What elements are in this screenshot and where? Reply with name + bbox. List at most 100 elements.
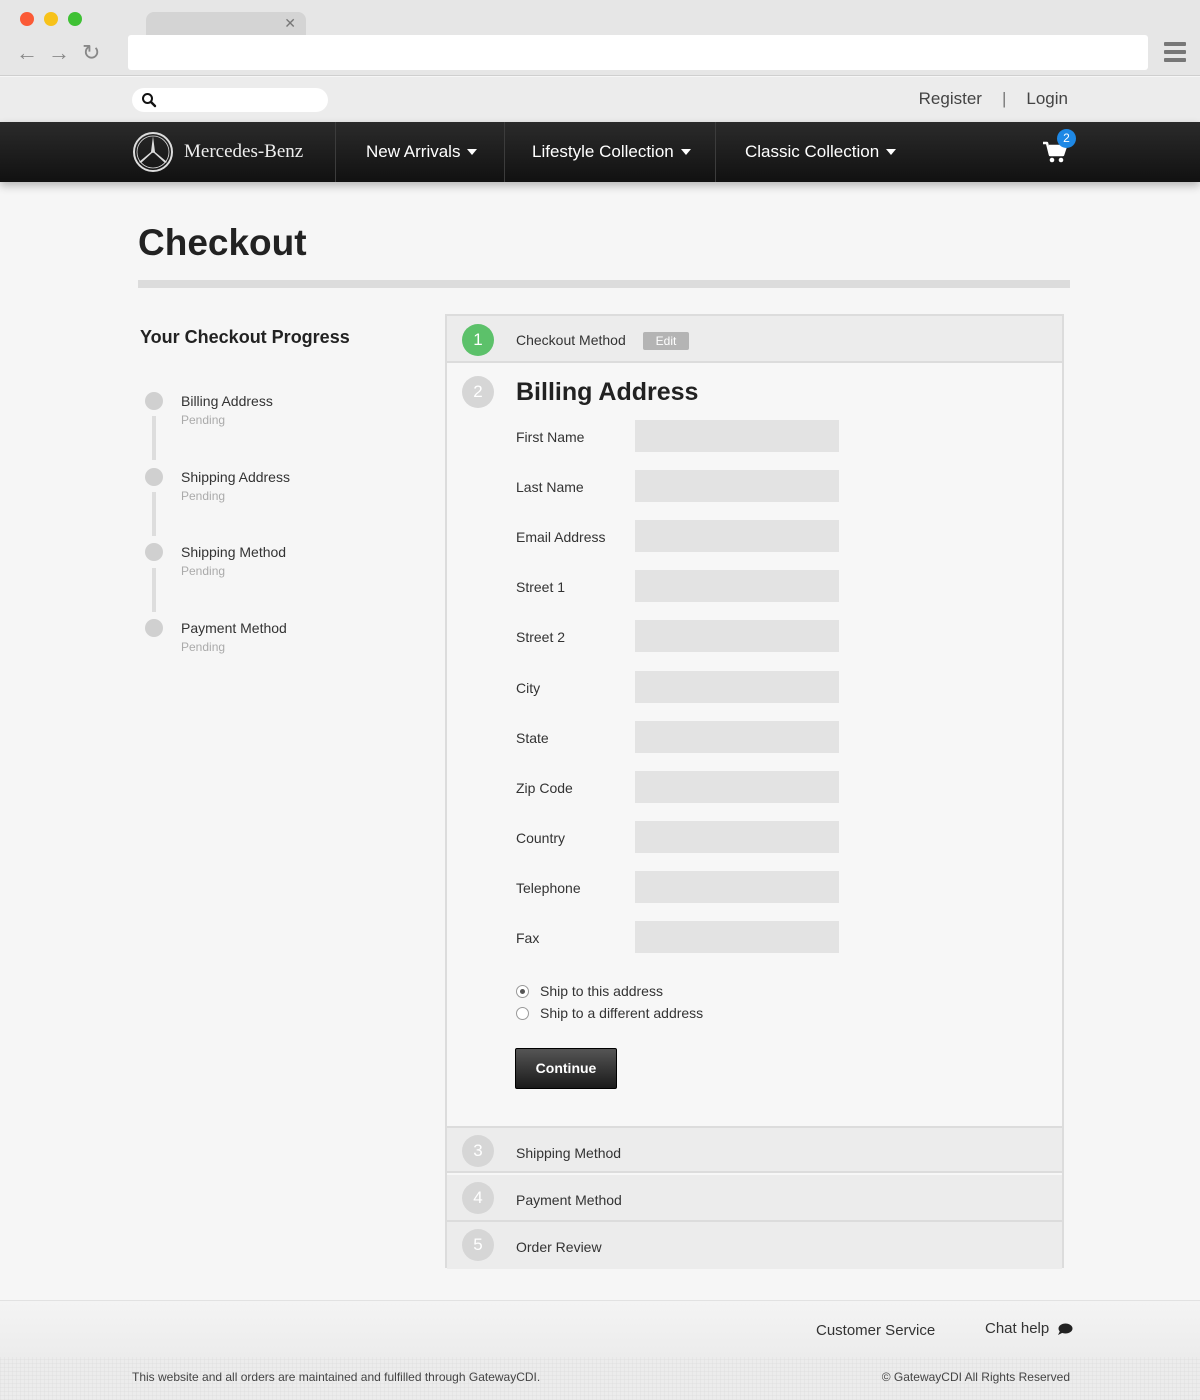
option-label: Ship to this address [540, 983, 663, 999]
step-number: 2 [462, 376, 494, 408]
step-label: Shipping Method [181, 544, 287, 560]
sub-footer: This website and all orders are maintain… [0, 1357, 1200, 1400]
chat-bubble-icon [1058, 1323, 1073, 1335]
telephone-field[interactable] [635, 871, 839, 903]
brand-name: Mercedes-Benz [184, 141, 304, 162]
first-name-field[interactable] [635, 420, 839, 452]
chevron-down-icon [467, 149, 478, 155]
mercedes-star-icon [133, 132, 173, 172]
browser-chrome: ✕ ← → ↻ [0, 0, 1200, 76]
step-connector [152, 492, 156, 536]
continue-button[interactable]: Continue [515, 1048, 617, 1089]
step-title: Payment Method [516, 1192, 622, 1208]
step-checkout-method-header[interactable]: 1 Checkout Method Edit [447, 316, 1062, 363]
chat-help-link[interactable]: Chat help [985, 1320, 1073, 1337]
back-arrow-icon[interactable]: ← [16, 42, 38, 64]
field-label: Zip Code [516, 780, 573, 796]
step-connector [152, 416, 156, 460]
ship-to-this-address-option[interactable]: Ship to this address [516, 983, 663, 999]
search-icon [142, 93, 157, 108]
register-link[interactable]: Register [919, 89, 982, 108]
nav-new-arrivals[interactable]: New Arrivals [366, 142, 478, 162]
nav-label: New Arrivals [366, 142, 461, 161]
step-number: 5 [462, 1229, 494, 1261]
fulfillment-disclaimer: This website and all orders are maintain… [132, 1370, 541, 1384]
nav-divider [335, 122, 336, 182]
field-label: Email Address [516, 529, 606, 545]
copyright-text: © GatewayCDI All Rights Reserved [881, 1370, 1070, 1384]
nav-lifestyle-collection[interactable]: Lifestyle Collection [532, 142, 691, 162]
utility-bar: Register | Login [0, 77, 1200, 122]
step-label: Billing Address [181, 393, 273, 409]
step-status: Pending [181, 640, 226, 654]
step-dot [145, 392, 163, 410]
checkout-accordion: 1 Checkout Method Edit 2 Billing Address… [445, 314, 1064, 1269]
chevron-down-icon [886, 149, 897, 155]
email-field[interactable] [635, 520, 839, 552]
chevron-down-icon [680, 149, 691, 155]
reload-icon[interactable]: ↻ [82, 42, 100, 64]
step-number: 1 [462, 324, 494, 356]
edit-button[interactable]: Edit [643, 332, 689, 350]
search-input[interactable] [132, 88, 328, 112]
city-field[interactable] [635, 671, 839, 703]
field-label: First Name [516, 429, 585, 445]
close-window-button[interactable] [20, 12, 34, 26]
field-label: Telephone [516, 880, 581, 896]
tab-close-icon[interactable]: ✕ [284, 15, 296, 32]
fax-field[interactable] [635, 921, 839, 953]
step-dot [145, 543, 163, 561]
progress-title: Your Checkout Progress [140, 327, 350, 347]
step-order-review-header[interactable]: 5 Order Review [447, 1222, 1062, 1269]
step-shipping-method-header[interactable]: 3 Shipping Method [447, 1126, 1062, 1173]
step-label: Shipping Address [181, 469, 290, 485]
maximize-window-button[interactable] [68, 12, 82, 26]
nav-divider [504, 122, 505, 182]
ship-to-different-address-option[interactable]: Ship to a different address [516, 1005, 703, 1021]
menu-icon[interactable] [1164, 42, 1186, 62]
field-label: Last Name [516, 479, 584, 495]
step-payment-method-header[interactable]: 4 Payment Method [447, 1175, 1062, 1222]
field-label: Fax [516, 930, 540, 946]
step-title: Order Review [516, 1239, 602, 1255]
step-status: Pending [181, 564, 226, 578]
forward-arrow-icon[interactable]: → [48, 42, 70, 64]
nav-label: Classic Collection [745, 142, 880, 161]
address-bar[interactable] [128, 35, 1148, 70]
step-status: Pending [181, 413, 226, 427]
step-dot [145, 619, 163, 637]
last-name-field[interactable] [635, 470, 839, 502]
step-number: 3 [462, 1135, 494, 1167]
chat-help-label: Chat help [985, 1320, 1050, 1337]
account-links: Register | Login [919, 89, 1068, 109]
zip-code-field[interactable] [635, 771, 839, 803]
option-label: Ship to a different address [540, 1005, 704, 1021]
step-dot [145, 468, 163, 486]
minimize-window-button[interactable] [44, 12, 58, 26]
link-separator: | [1001, 89, 1007, 108]
field-label: Country [516, 830, 566, 846]
footer: Customer Service Chat help [0, 1300, 1200, 1357]
street-1-field[interactable] [635, 570, 839, 602]
brand-logo[interactable]: Mercedes-Benz [132, 131, 303, 173]
street-2-field[interactable] [635, 620, 839, 652]
nav-classic-collection[interactable]: Classic Collection [745, 142, 897, 162]
state-field[interactable] [635, 721, 839, 753]
field-label: City [516, 680, 541, 696]
login-link[interactable]: Login [1026, 89, 1068, 108]
step-status: Pending [181, 489, 226, 503]
main-navbar: Mercedes-Benz New Arrivals Lifestyle Col… [0, 122, 1200, 182]
step-title: Checkout Method [516, 332, 626, 348]
step-label: Payment Method [181, 620, 287, 636]
title-divider [138, 280, 1070, 288]
page-title: Checkout [138, 222, 307, 263]
customer-service-link[interactable]: Customer Service [816, 1322, 935, 1339]
browser-tab[interactable]: ✕ [146, 12, 306, 36]
radio-selected-icon[interactable] [516, 984, 529, 998]
field-label: State [516, 730, 549, 746]
step-title: Shipping Method [516, 1145, 622, 1161]
nav-divider [715, 122, 716, 182]
country-field[interactable] [635, 821, 839, 853]
field-label: Street 2 [516, 629, 566, 645]
radio-unselected-icon[interactable] [516, 1006, 529, 1020]
